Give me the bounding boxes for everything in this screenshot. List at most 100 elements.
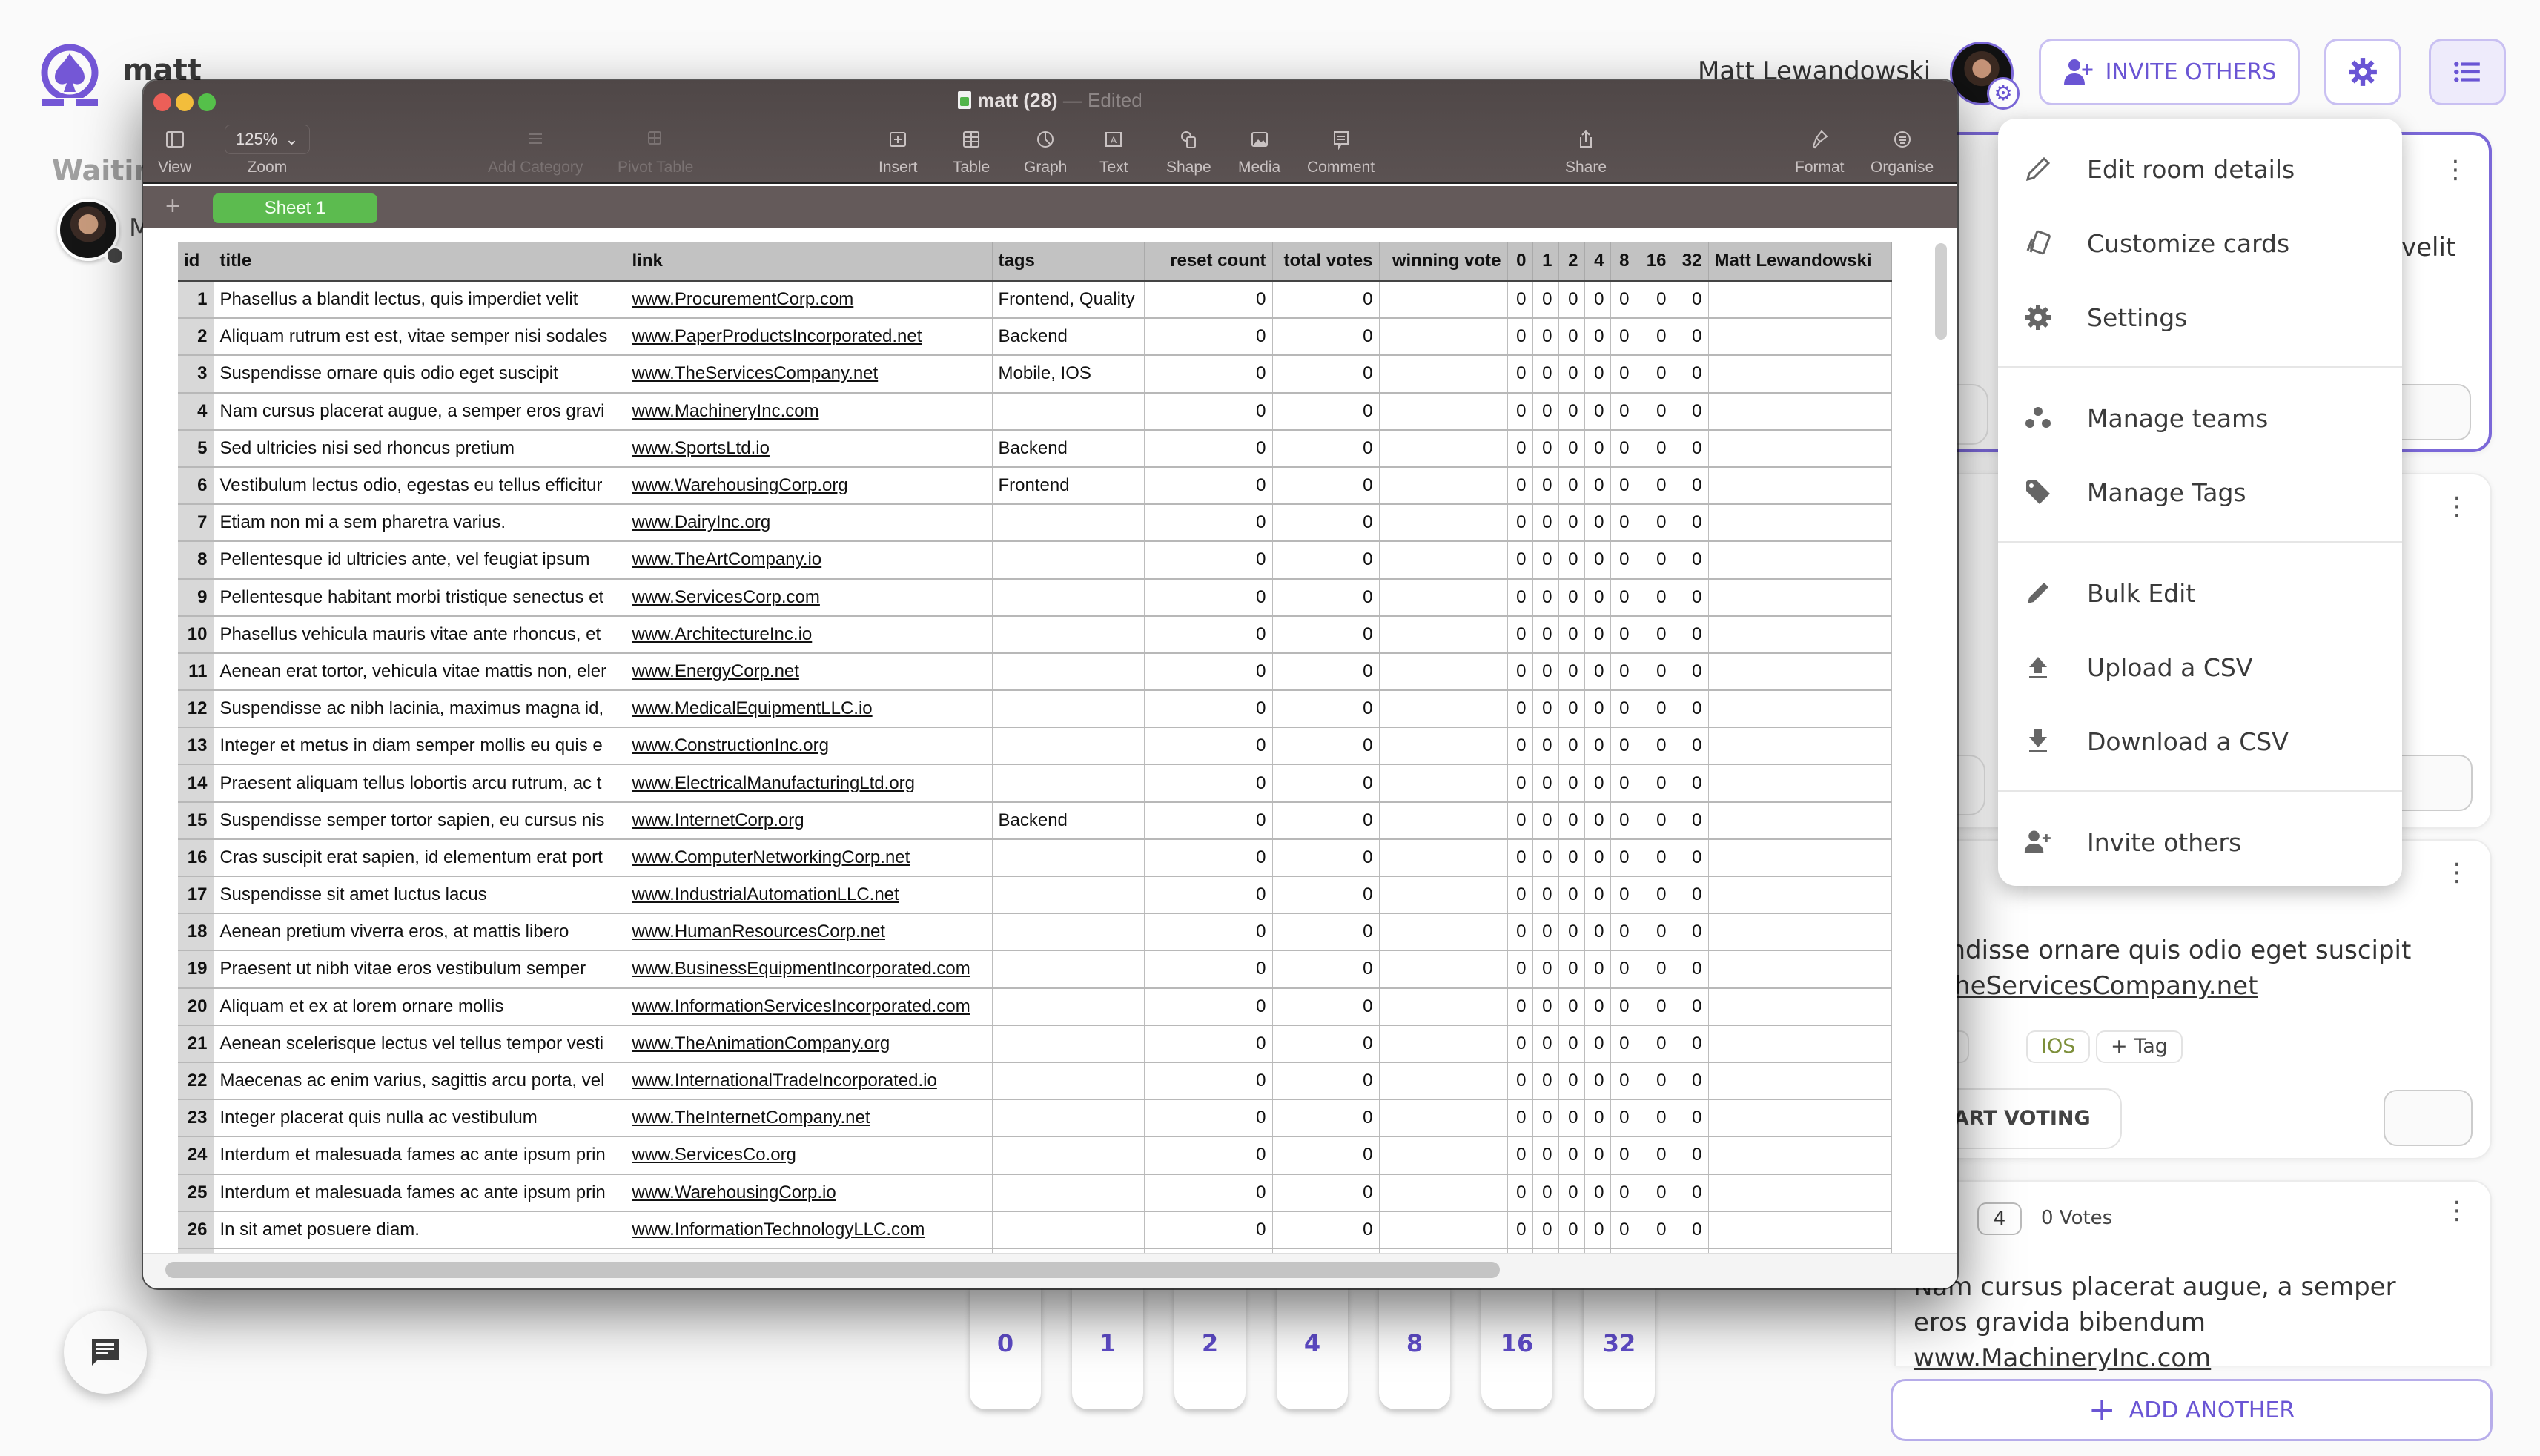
cell-vote-count[interactable]: 0 bbox=[1558, 764, 1585, 803]
cell-vote-count[interactable]: 0 bbox=[1673, 281, 1709, 320]
cell-vote-count[interactable]: 0 bbox=[1532, 355, 1559, 394]
cell-vote-count[interactable]: 0 bbox=[1558, 1025, 1585, 1063]
cell-vote-count[interactable]: 0 bbox=[1610, 727, 1636, 766]
cell-reset-count[interactable]: 0 bbox=[1144, 578, 1273, 617]
cell-vote-count[interactable]: 0 bbox=[1584, 987, 1611, 1026]
cell-title[interactable]: Praesent aliquam tellus lobortis arcu ru… bbox=[214, 764, 626, 803]
cell-user-vote[interactable] bbox=[1708, 392, 1892, 431]
add-tag-button[interactable]: + Tag bbox=[2096, 1030, 2183, 1063]
cell-user-vote[interactable] bbox=[1708, 652, 1892, 692]
shape-tool[interactable]: Shape bbox=[1166, 125, 1211, 176]
cell-vote-count[interactable]: 0 bbox=[1507, 1136, 1533, 1175]
cell-user-vote[interactable] bbox=[1708, 504, 1892, 543]
cell-tags[interactable] bbox=[992, 913, 1145, 952]
cell-reset-count[interactable]: 0 bbox=[1144, 1211, 1273, 1249]
cell-vote-count[interactable]: 0 bbox=[1673, 876, 1709, 915]
column-header[interactable]: 2 bbox=[1558, 242, 1585, 282]
cell-tags[interactable]: Frontend bbox=[992, 466, 1145, 506]
cell-link[interactable]: www.ElectricalManufacturingLtd.org bbox=[626, 764, 993, 803]
cell-reset-count[interactable]: 0 bbox=[1144, 615, 1273, 654]
cell-vote-count[interactable]: 0 bbox=[1636, 1211, 1673, 1249]
cell-vote-count[interactable]: 0 bbox=[1507, 578, 1533, 617]
cell-link[interactable]: www.ServicesCorp.com bbox=[626, 578, 993, 617]
cell-title[interactable]: Etiam non mi a sem pharetra varius. bbox=[214, 504, 626, 543]
cell-total-votes[interactable]: 0 bbox=[1272, 652, 1380, 692]
cell-tags[interactable]: Backend bbox=[992, 801, 1145, 840]
cell-winning-vote[interactable] bbox=[1379, 504, 1508, 543]
cell-id[interactable]: 5 bbox=[178, 429, 214, 468]
cell-total-votes[interactable]: 0 bbox=[1272, 615, 1380, 654]
menu-item-manage-teams[interactable]: Manage teams bbox=[1998, 381, 2402, 455]
cell-user-vote[interactable] bbox=[1708, 1062, 1892, 1101]
cell-total-votes[interactable]: 0 bbox=[1272, 429, 1380, 468]
cell-vote-count[interactable]: 0 bbox=[1532, 690, 1559, 729]
cell-vote-count[interactable]: 0 bbox=[1558, 1136, 1585, 1175]
cell-winning-vote[interactable] bbox=[1379, 1025, 1508, 1063]
cell-tags[interactable] bbox=[992, 1174, 1145, 1212]
cell-vote-count[interactable]: 0 bbox=[1673, 1174, 1709, 1212]
view-tool[interactable]: View bbox=[158, 125, 191, 176]
cell-reset-count[interactable]: 0 bbox=[1144, 1136, 1273, 1175]
cell-user-vote[interactable] bbox=[1708, 727, 1892, 766]
cell-vote-count[interactable]: 0 bbox=[1673, 504, 1709, 543]
cell-vote-count[interactable]: 0 bbox=[1673, 727, 1709, 766]
cell-vote-count[interactable]: 0 bbox=[1673, 1099, 1709, 1138]
cell-total-votes[interactable]: 0 bbox=[1272, 504, 1380, 543]
column-header[interactable]: 0 bbox=[1507, 242, 1533, 282]
cell-title[interactable]: Interdum et malesuada fames ac ante ipsu… bbox=[214, 1174, 626, 1212]
column-header[interactable]: title bbox=[214, 242, 626, 282]
cell-title[interactable]: Aliquam rutrum est est, vitae semper nis… bbox=[214, 318, 626, 357]
cell-id[interactable]: 7 bbox=[178, 504, 214, 543]
cell-title[interactable]: In sit amet posuere diam. bbox=[214, 1211, 626, 1249]
cell-vote-count[interactable]: 0 bbox=[1532, 578, 1559, 617]
cell-vote-count[interactable]: 0 bbox=[1610, 429, 1636, 468]
app-logo[interactable] bbox=[37, 43, 102, 107]
cell-winning-vote[interactable] bbox=[1379, 652, 1508, 692]
cell-vote-count[interactable]: 0 bbox=[1507, 504, 1533, 543]
cell-tags[interactable] bbox=[992, 727, 1145, 766]
menu-item-download-csv[interactable]: Download a CSV bbox=[1998, 704, 2402, 778]
cell-vote-count[interactable]: 0 bbox=[1673, 652, 1709, 692]
organise-tool[interactable]: Organise bbox=[1871, 125, 1934, 176]
cell-tags[interactable] bbox=[992, 1025, 1145, 1063]
column-header[interactable]: Matt Lewandowski bbox=[1708, 242, 1892, 282]
cell-vote-count[interactable]: 0 bbox=[1507, 1174, 1533, 1212]
format-tool[interactable]: Format bbox=[1795, 125, 1845, 176]
cell-vote-count[interactable]: 0 bbox=[1558, 615, 1585, 654]
cell-total-votes[interactable]: 0 bbox=[1272, 355, 1380, 394]
insert-tool[interactable]: Insert bbox=[879, 125, 918, 176]
cell-vote-count[interactable]: 0 bbox=[1584, 801, 1611, 840]
room-settings-button[interactable] bbox=[2324, 39, 2401, 105]
card-more-icon[interactable]: ⋮ bbox=[2444, 494, 2470, 519]
cell-user-vote[interactable] bbox=[1708, 1099, 1892, 1138]
cell-winning-vote[interactable] bbox=[1379, 318, 1508, 357]
cell-reset-count[interactable]: 0 bbox=[1144, 652, 1273, 692]
cell-vote-count[interactable]: 0 bbox=[1636, 281, 1673, 320]
cell-title[interactable]: Aenean erat tortor, vehicula vitae matti… bbox=[214, 652, 626, 692]
cell-vote-count[interactable]: 0 bbox=[1507, 652, 1533, 692]
cell-winning-vote[interactable] bbox=[1379, 876, 1508, 915]
cell-reset-count[interactable]: 0 bbox=[1144, 876, 1273, 915]
cell-tags[interactable] bbox=[992, 541, 1145, 580]
cell-vote-count[interactable]: 0 bbox=[1610, 1136, 1636, 1175]
cell-winning-vote[interactable] bbox=[1379, 392, 1508, 431]
cell-vote-count[interactable]: 0 bbox=[1507, 1025, 1533, 1063]
pivot-table-tool[interactable]: Pivot Table bbox=[618, 125, 693, 176]
cell-vote-count[interactable]: 0 bbox=[1584, 690, 1611, 729]
zoom-select[interactable]: 125% ⌄ bbox=[225, 125, 310, 154]
cell-vote-count[interactable]: 0 bbox=[1610, 392, 1636, 431]
cell-vote-count[interactable]: 0 bbox=[1610, 801, 1636, 840]
table-tool[interactable]: Table bbox=[953, 125, 990, 176]
cell-title[interactable]: Interdum et malesuada fames ac ante ipsu… bbox=[214, 1136, 626, 1175]
cell-id[interactable]: 2 bbox=[178, 318, 214, 357]
cell-reset-count[interactable]: 0 bbox=[1144, 318, 1273, 357]
cell-total-votes[interactable]: 0 bbox=[1272, 838, 1380, 878]
cell-link[interactable]: www.PaperProductsIncorporated.net bbox=[626, 318, 993, 357]
cell-tags[interactable] bbox=[992, 1062, 1145, 1101]
cell-vote-count[interactable]: 0 bbox=[1532, 652, 1559, 692]
cell-reset-count[interactable]: 0 bbox=[1144, 541, 1273, 580]
cell-vote-count[interactable]: 0 bbox=[1507, 1099, 1533, 1138]
cell-link[interactable]: www.HumanResourcesCorp.net bbox=[626, 913, 993, 952]
cell-vote-count[interactable]: 0 bbox=[1507, 1211, 1533, 1249]
cell-reset-count[interactable]: 0 bbox=[1144, 355, 1273, 394]
